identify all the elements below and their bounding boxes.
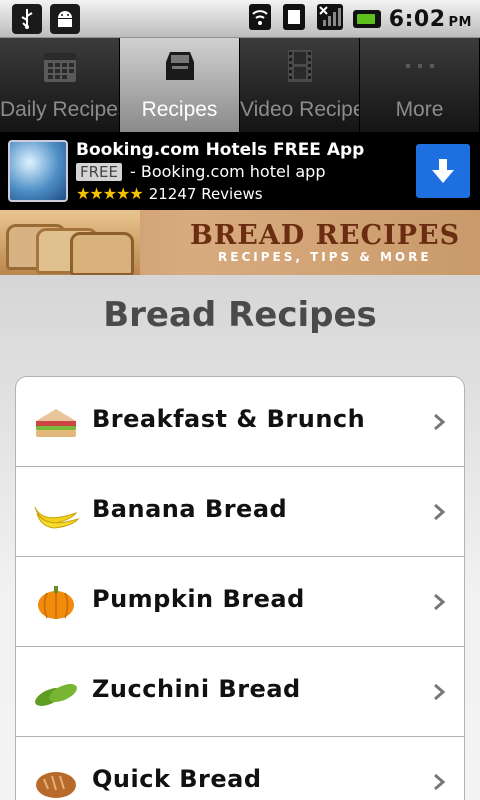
list-item-label: Zucchini Bread [92,675,301,703]
main-content: Bread Recipes Breakfast & Brunch Banana … [0,275,480,800]
list-item-label: Pumpkin Bread [92,585,305,613]
list-item-pumpkin-bread[interactable]: Pumpkin Bread [16,557,464,647]
tab-recipes[interactable]: Recipes [120,38,240,132]
recipe-box-icon [166,52,194,80]
ad-subtitle: - Booking.com hotel app [130,162,326,181]
usb-icon [12,4,42,34]
tab-bar: Daily Recipes Recipes Video Recipe More [0,38,480,132]
bread-loaf-icon [36,772,76,798]
tab-video-recipe[interactable]: Video Recipe [240,38,360,132]
sim-icon [281,2,307,36]
tab-label: Daily Recipes [0,98,120,121]
list-item-quick-bread[interactable]: Quick Bread [16,737,464,800]
list-item-breakfast-brunch[interactable]: Breakfast & Brunch [16,377,464,467]
chevron-right-icon [434,413,446,431]
tab-label: More [395,98,444,121]
list-item-banana-bread[interactable]: Banana Bread [16,467,464,557]
chevron-right-icon [434,683,446,701]
more-dots-icon [406,64,434,68]
banner-title: BREAD RECIPES [190,220,461,251]
bread-photo [0,210,140,275]
download-button[interactable] [416,144,470,198]
chevron-right-icon [434,503,446,521]
free-badge: FREE [76,162,123,181]
bread-recipes-banner: BREAD RECIPES RECIPES, TIPS & MORE [0,210,480,275]
chevron-right-icon [434,773,446,791]
zucchini-icon [35,684,77,706]
tab-daily-recipes[interactable]: Daily Recipes [0,38,120,132]
list-item-zucchini-bread[interactable]: Zucchini Bread [16,647,464,737]
list-item-label: Quick Bread [92,765,262,793]
tab-label: Video Recipe [240,98,360,121]
tab-label: Recipes [141,98,218,121]
wifi-icon [247,2,273,36]
pumpkin-icon [38,586,74,619]
calendar-icon [44,53,76,82]
ad-banner[interactable]: Booking.com Hotels FREE App FREE - Booki… [0,132,480,210]
no-signal-icon [315,2,345,36]
clock: 6:02 PM [388,6,472,32]
recipe-category-list: Breakfast & Brunch Banana Bread Pumpkin … [15,376,465,800]
app-thumbnail [8,140,68,202]
banana-icon [34,506,80,529]
android-icon [50,4,80,34]
film-icon [288,50,312,82]
tab-more[interactable]: More [360,38,480,132]
review-count: 21247 Reviews [148,184,263,203]
download-arrow-icon [432,159,454,183]
chevron-right-icon [434,593,446,611]
battery-icon [352,10,381,28]
banner-subtitle: RECIPES, TIPS & MORE [218,250,432,264]
sandwich-icon [36,409,76,437]
rating-stars: ★★★★★ [76,184,144,203]
page-title: Bread Recipes [103,295,377,335]
status-bar: 6:02 PM [0,0,480,38]
ad-title: Booking.com Hotels FREE App [76,140,365,160]
list-item-label: Banana Bread [92,495,288,523]
list-item-label: Breakfast & Brunch [92,405,366,433]
